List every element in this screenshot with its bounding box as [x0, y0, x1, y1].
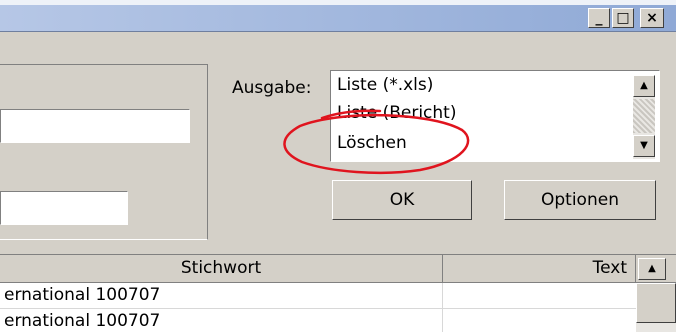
table-scroll-up-button[interactable]: ▲	[638, 258, 666, 280]
column-header-stichwort-label: Stichwort	[180, 258, 262, 278]
filter-input-2[interactable]	[0, 191, 128, 225]
output-listbox-scrollbar[interactable]: ▲ ▼	[633, 75, 655, 159]
column-header-text-label: Text	[592, 258, 627, 278]
column-header-text[interactable]: Text	[443, 255, 636, 282]
table-header: Stichwort Text ▲	[0, 255, 676, 283]
options-button[interactable]: Optionen	[504, 180, 656, 220]
filter-input-1[interactable]	[0, 109, 190, 143]
maximize-icon: □	[616, 10, 630, 26]
output-listbox[interactable]: Liste (*.xls) Liste (Bericht) Löschen ▲ …	[330, 70, 660, 162]
application-window: _ □ × Ausgabe: Liste (*.xls) Liste (Beri…	[0, 0, 676, 332]
filter-group-panel	[0, 64, 208, 240]
title-bar-top-band	[0, 0, 676, 5]
results-table: Stichwort Text ▲ ernational 100707 ernat…	[0, 254, 676, 332]
cell-stichwort: ernational 100707	[4, 285, 161, 305]
minimize-button[interactable]: _	[588, 8, 610, 28]
ok-button[interactable]: OK	[332, 180, 472, 220]
table-scrollbar[interactable]	[636, 283, 676, 332]
output-option-report[interactable]: Liste (Bericht)	[337, 103, 456, 123]
scroll-down-icon: ▼	[640, 140, 648, 151]
scroll-track[interactable]	[633, 99, 655, 133]
output-option-delete[interactable]: Löschen	[337, 133, 407, 153]
title-bar: _ □ ×	[0, 0, 676, 32]
cell-stichwort: ernational 100707	[4, 311, 161, 331]
column-separator	[442, 283, 443, 332]
cell-text	[446, 309, 636, 332]
minimize-icon: _	[595, 10, 603, 26]
output-label: Ausgabe:	[232, 78, 312, 98]
scroll-up-icon: ▲	[640, 80, 648, 91]
close-icon: ×	[646, 10, 658, 26]
scroll-up-button[interactable]: ▲	[633, 75, 655, 97]
table-row[interactable]: ernational 100707	[0, 283, 636, 309]
scroll-down-button[interactable]: ▼	[633, 135, 655, 157]
sort-icon: ▲	[648, 263, 656, 274]
output-option-xls[interactable]: Liste (*.xls)	[337, 75, 433, 95]
table-scroll-thumb[interactable]	[636, 283, 676, 323]
maximize-button[interactable]: □	[612, 8, 634, 28]
cell-text	[446, 283, 636, 309]
column-header-stichwort[interactable]: Stichwort	[0, 255, 443, 282]
close-button[interactable]: ×	[640, 8, 664, 28]
table-row[interactable]: ernational 100707	[0, 309, 636, 332]
